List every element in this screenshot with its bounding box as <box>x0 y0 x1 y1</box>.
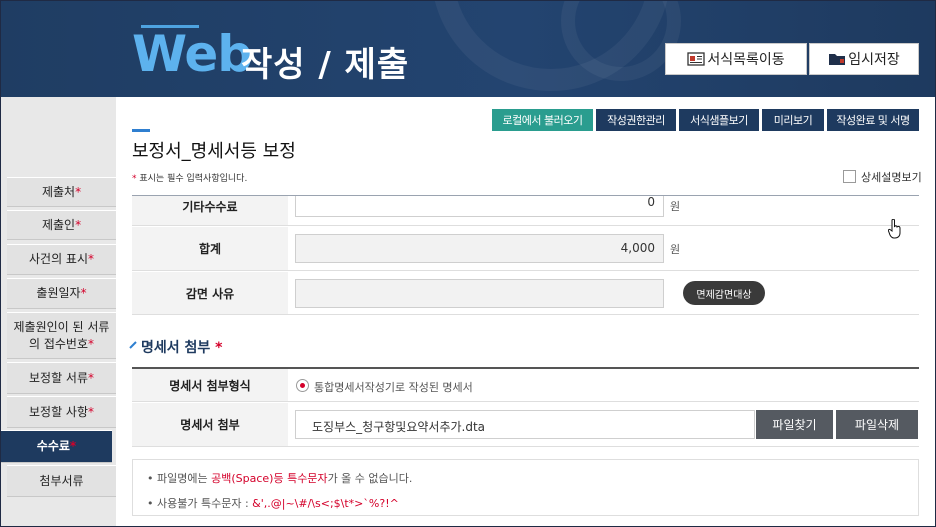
total-input: 4,000 <box>295 234 664 263</box>
logo-web: Web <box>132 25 253 83</box>
sidebar-item-receipt-no[interactable]: 제출원인이 된 서류 의 접수번호* <box>7 312 116 359</box>
sidebar-item-amend-matter[interactable]: 보정할 사항* <box>7 396 116 428</box>
file-label: 명세서 첨부 <box>132 403 288 446</box>
sidebar-item-attachments[interactable]: 첨부서류 <box>7 465 116 497</box>
sidebar-item-submit-to[interactable]: 제출처* <box>7 177 116 207</box>
sample-view-button[interactable]: 서식샘플보기 <box>679 109 759 131</box>
hand-cursor-icon <box>888 219 901 239</box>
auth-manage-button[interactable]: 작성권한관리 <box>596 109 676 131</box>
fee-row-reduction: 감면 사유 면제감면대상 <box>132 272 919 315</box>
pencil-icon <box>129 341 137 349</box>
preview-button[interactable]: 미리보기 <box>762 109 824 131</box>
file-name-field[interactable]: 도징부스_청구항및요약서추가.dta <box>295 410 755 439</box>
sidebar: 제출처* 제출인* 사건의 표시* 출원일자* 제출원인이 된 서류 의 접수번… <box>1 97 116 526</box>
form-list-label: 서식목록이동 <box>707 52 785 68</box>
note-filename: • 파일명에는 공백(Space)등 특수문자가 올 수 없습니다. <box>147 472 413 485</box>
format-option-label: 통합명세서작성기로 작성된 명세서 <box>314 381 473 394</box>
sidebar-item-fee[interactable]: 수수료* <box>1 430 112 463</box>
fee-row-other: 기타수수료 0 원 <box>132 196 919 226</box>
delete-file-button[interactable]: 파일삭제 <box>836 410 918 439</box>
format-radio[interactable] <box>296 379 309 392</box>
other-fee-label: 기타수수료 <box>132 196 288 225</box>
total-label: 합계 <box>132 227 288 270</box>
main-content: 로컬에서 불러오기 작성권한관리 서식샘플보기 미리보기 작성완료 및 서명 보… <box>116 97 935 526</box>
reduction-label: 감면 사유 <box>132 272 288 314</box>
total-unit: 원 <box>670 243 681 256</box>
notes-box: • 파일명에는 공백(Space)등 특수문자가 올 수 없습니다. • 사용불… <box>132 459 919 516</box>
required-note: * 표시는 필수 입력사항입니다. <box>132 174 248 184</box>
title-accent <box>132 129 150 132</box>
attachment-row-format: 명세서 첨부형식 <box>132 369 919 402</box>
sidebar-item-amend-doc[interactable]: 보정할 서류* <box>7 362 116 394</box>
logo-title: 작성 / 제출 <box>241 45 410 85</box>
form-list-button[interactable]: 서식목록이동 <box>665 43 807 75</box>
attachment-section-title: 명세서 첨부 * <box>141 340 223 356</box>
find-file-button[interactable]: 파일찾기 <box>756 410 833 439</box>
temp-save-button[interactable]: 임시저장 <box>809 43 919 75</box>
other-fee-input[interactable]: 0 <box>295 196 664 217</box>
sidebar-item-submitter[interactable]: 제출인* <box>7 210 116 240</box>
detail-view-checkbox[interactable] <box>843 170 856 183</box>
app-window: Web 작성 / 제출 서식목록이동 임시저장 제출처* 제출인* 사건의 표시… <box>0 0 936 527</box>
temp-save-label: 임시저장 <box>848 52 900 68</box>
page-title: 보정서_명세서등 보정 <box>132 141 296 162</box>
sidebar-item-filing-date[interactable]: 출원일자* <box>7 278 116 309</box>
folder-icon <box>828 52 846 66</box>
format-label: 명세서 첨부형식 <box>132 369 288 401</box>
header: Web 작성 / 제출 서식목록이동 임시저장 <box>1 1 935 97</box>
detail-view-label: 상세설명보기 <box>861 171 922 184</box>
sidebar-item-case[interactable]: 사건의 표시* <box>7 244 116 275</box>
load-local-button[interactable]: 로컬에서 불러오기 <box>492 109 593 131</box>
fee-row-total: 합계 4,000 원 <box>132 227 919 271</box>
reduction-input[interactable] <box>295 279 664 308</box>
note-forbidden-chars: • 사용불가 특수문자 : &',.@|~\#/\s<;$\t*>`%?!^ <box>147 497 399 510</box>
other-fee-unit: 원 <box>670 200 681 213</box>
reduction-target-button[interactable]: 면제감면대상 <box>683 281 765 305</box>
complete-sign-button[interactable]: 작성완료 및 서명 <box>827 109 919 131</box>
form-list-icon <box>687 52 706 66</box>
